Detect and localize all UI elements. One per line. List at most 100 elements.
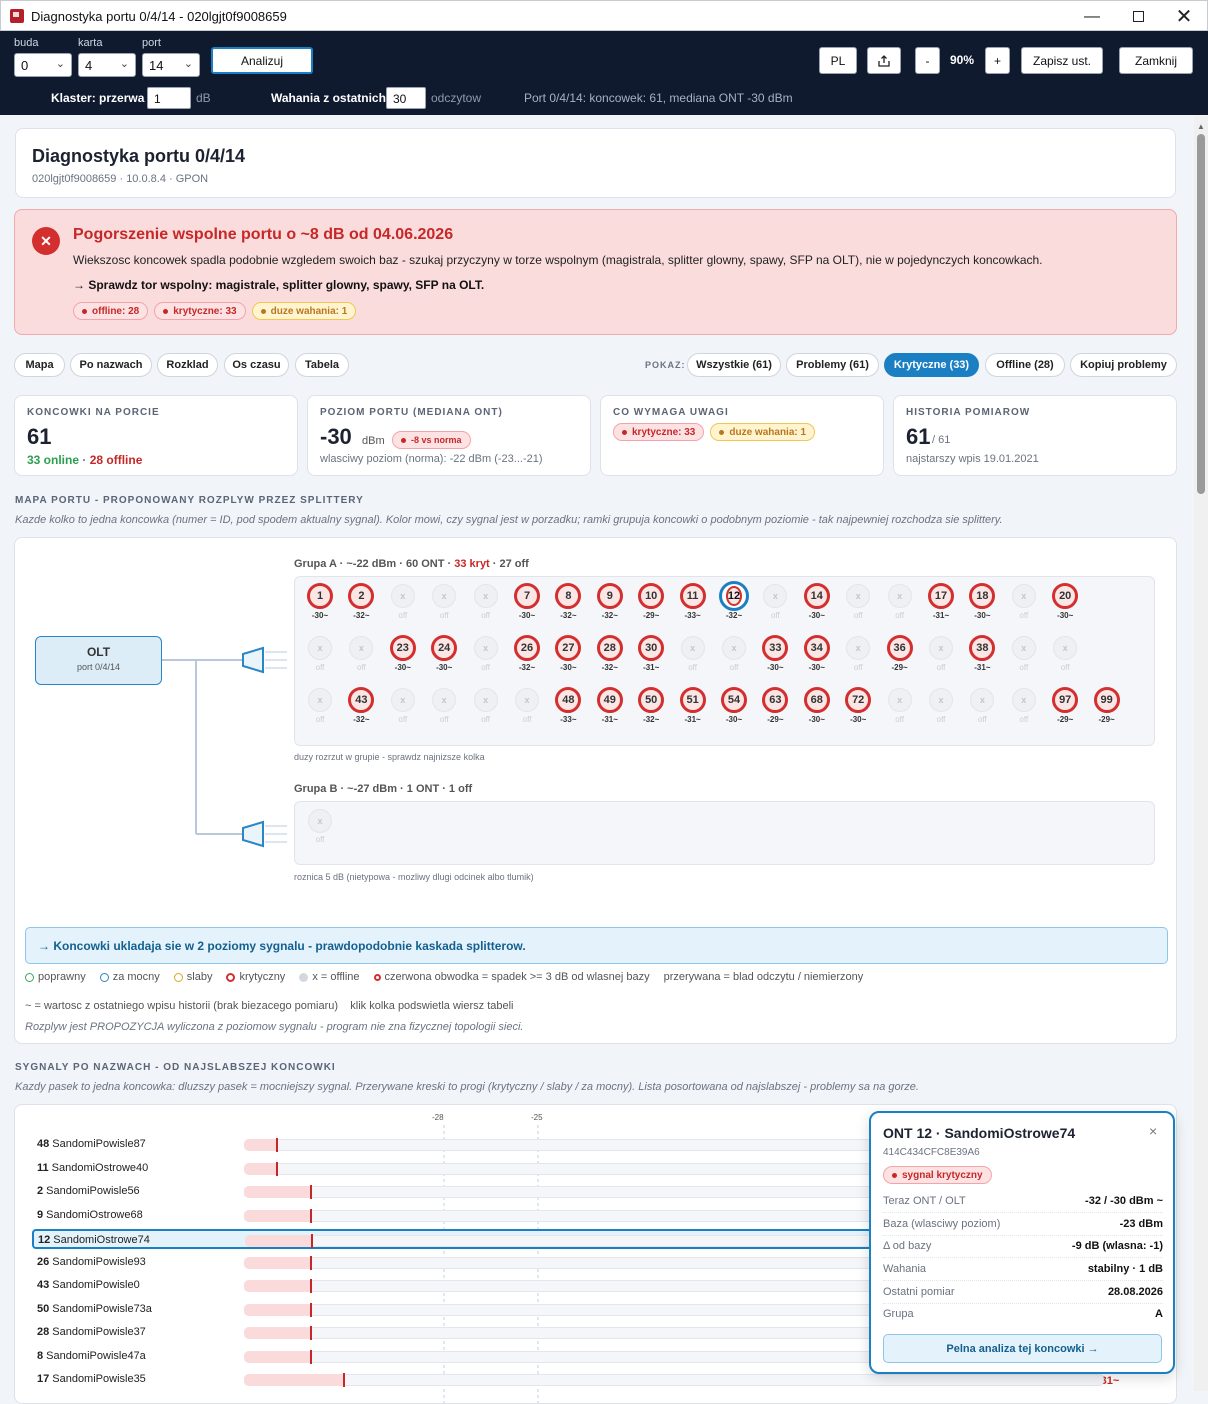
ont-circle-offline[interactable]: x xyxy=(929,688,953,712)
ont-circle-offline[interactable]: x xyxy=(970,688,995,712)
ont-circle-critical[interactable]: 36 xyxy=(886,635,913,661)
ont-circle-critical[interactable]: 1 xyxy=(307,583,333,609)
filter-problems[interactable]: Problemy (61) xyxy=(786,353,879,377)
ont-circle-offline[interactable]: x xyxy=(515,688,539,712)
tab-timeline[interactable]: Os czasu xyxy=(224,353,289,377)
ont-circle-critical[interactable]: 20 xyxy=(1052,583,1079,609)
ont-circle-critical[interactable]: 2 xyxy=(348,583,375,609)
port-select[interactable]: 14 ⌄ xyxy=(142,53,200,77)
olt-node[interactable]: OLT port 0/4/14 xyxy=(35,636,162,685)
signal-row[interactable]: 11 SandomiOstrowe40 xyxy=(33,1159,1104,1179)
ont-circle-critical[interactable]: 68 xyxy=(803,687,830,713)
scroll-up-icon[interactable]: ▲ xyxy=(1197,122,1205,131)
ont-circle-offline[interactable]: x xyxy=(308,688,332,712)
filter-critical[interactable]: Krytyczne (33) xyxy=(884,353,979,377)
ont-circle-offline[interactable]: x xyxy=(1011,636,1036,660)
waves-count-input[interactable]: 30 xyxy=(386,87,426,109)
ont-circle-offline[interactable]: x xyxy=(308,809,332,833)
ont-circle-critical[interactable]: 10 xyxy=(638,583,665,609)
scrollbar[interactable]: ▲ xyxy=(1194,116,1208,1391)
ont-circle-critical[interactable]: 23 xyxy=(389,635,416,661)
zoom-in-button[interactable]: + xyxy=(985,47,1010,74)
ont-circle-offline[interactable]: x xyxy=(887,584,912,608)
ont-circle-offline[interactable]: x xyxy=(308,636,332,660)
ont-circle-critical[interactable]: 63 xyxy=(762,687,789,713)
close-window-icon[interactable]: ✕ xyxy=(1161,1,1207,32)
ont-circle-offline[interactable]: x xyxy=(473,636,498,660)
karta-select[interactable]: 4 ⌄ xyxy=(78,53,136,77)
ont-circle-critical[interactable]: 43 xyxy=(348,687,375,713)
signal-row[interactable]: 28 SandomiPowisle37 xyxy=(33,1323,1104,1343)
ont-circle-offline[interactable]: x xyxy=(432,584,457,608)
ont-circle-offline[interactable]: x xyxy=(473,688,498,712)
signal-row[interactable]: 26 SandomiPowisle93 xyxy=(33,1253,1104,1273)
signal-row[interactable]: 8 SandomiPowisle47a xyxy=(33,1347,1104,1367)
ont-circle-offline[interactable]: x xyxy=(390,584,415,608)
ont-circle-critical[interactable]: 49 xyxy=(596,687,623,713)
ont-circle-offline[interactable]: x xyxy=(432,688,457,712)
ont-circle-offline[interactable]: x xyxy=(349,636,374,660)
ont-circle-offline[interactable]: x xyxy=(390,688,415,712)
copy-problems-button[interactable]: Kopiuj problemy xyxy=(1070,353,1177,377)
ont-circle-critical[interactable]: 28 xyxy=(596,635,623,661)
filter-offline[interactable]: Offline (28) xyxy=(985,353,1065,377)
zoom-out-button[interactable]: - xyxy=(915,47,940,74)
popup-close-icon[interactable]: × xyxy=(1149,1123,1157,1139)
signal-row[interactable]: 50 SandomiPowisle73a xyxy=(33,1300,1104,1320)
tab-map[interactable]: Mapa xyxy=(14,353,65,377)
cluster-gap-input[interactable]: 1 xyxy=(147,87,191,109)
language-button[interactable]: PL xyxy=(819,47,857,74)
ont-circle-critical[interactable]: 24 xyxy=(431,635,458,661)
ont-circle-critical[interactable]: 99 xyxy=(1093,687,1120,713)
signal-row[interactable]: 2 SandomiPowisle56 xyxy=(33,1182,1104,1202)
ont-circle-critical[interactable]: 11 xyxy=(679,583,706,609)
filter-all[interactable]: Wszystkie (61) xyxy=(687,353,781,377)
signal-row[interactable]: 9 SandomiOstrowe68 xyxy=(33,1206,1104,1226)
buda-select[interactable]: 0 ⌄ xyxy=(14,53,72,77)
signal-row[interactable]: 48 SandomiPowisle87 xyxy=(33,1135,1104,1155)
tab-table[interactable]: Tabela xyxy=(295,353,349,377)
ont-circle-critical[interactable]: 26 xyxy=(514,635,540,661)
ont-circle-selected[interactable]: 12 xyxy=(719,581,749,611)
ont-circle-critical[interactable]: 14 xyxy=(803,583,830,609)
ont-circle-offline[interactable]: x xyxy=(1053,636,1078,660)
save-settings-button[interactable]: Zapisz ust. xyxy=(1021,47,1103,74)
ont-circle-critical[interactable]: 18 xyxy=(969,583,996,609)
ont-circle-critical[interactable]: 34 xyxy=(803,635,830,661)
close-button[interactable]: Zamknij xyxy=(1119,47,1193,74)
ont-circle-critical[interactable]: 54 xyxy=(721,687,747,713)
ont-circle-offline[interactable]: x xyxy=(722,636,746,660)
signal-row[interactable]: 43 SandomiPowisle0 xyxy=(33,1276,1104,1296)
signal-row[interactable]: 17 SandomiPowisle35 xyxy=(33,1370,1104,1390)
ont-circle-critical[interactable]: 8 xyxy=(555,583,582,609)
ont-circle-offline[interactable]: x xyxy=(887,688,912,712)
ont-circle-critical[interactable]: 17 xyxy=(928,583,954,609)
ont-circle-critical[interactable]: 38 xyxy=(969,635,996,661)
ont-circle-critical[interactable]: 30 xyxy=(638,635,665,661)
analyze-button[interactable]: Analizuj xyxy=(211,47,313,74)
ont-circle-critical[interactable]: 72 xyxy=(845,687,872,713)
export-button[interactable] xyxy=(867,47,901,74)
ont-circle-critical[interactable]: 51 xyxy=(679,687,706,713)
ont-circle-offline[interactable]: x xyxy=(846,636,871,660)
signal-row[interactable]: 12 SandomiOstrowe74 xyxy=(32,1229,1105,1249)
ont-circle-offline[interactable]: x xyxy=(473,584,498,608)
ont-circle-offline[interactable]: x xyxy=(846,584,871,608)
ont-circle-critical[interactable]: 50 xyxy=(638,687,665,713)
ont-circle-offline[interactable]: x xyxy=(1011,584,1036,608)
ont-circle-critical[interactable]: 9 xyxy=(596,583,623,609)
ont-circle-critical[interactable]: 7 xyxy=(514,583,540,609)
ont-circle-critical[interactable]: 97 xyxy=(1052,687,1079,713)
tab-by-name[interactable]: Po nazwach xyxy=(70,353,152,377)
ont-circle-critical[interactable]: 48 xyxy=(555,687,582,713)
minimize-icon[interactable]: — xyxy=(1069,1,1115,32)
ont-circle-offline[interactable]: x xyxy=(929,636,953,660)
ont-circle-offline[interactable]: x xyxy=(1011,688,1036,712)
ont-circle-offline[interactable]: x xyxy=(763,584,788,608)
ont-circle-critical[interactable]: 33 xyxy=(762,635,789,661)
maximize-icon[interactable] xyxy=(1115,1,1161,32)
ont-circle-critical[interactable]: 27 xyxy=(555,635,582,661)
tab-distribution[interactable]: Rozklad xyxy=(157,353,218,377)
scrollbar-thumb[interactable] xyxy=(1197,134,1205,494)
ont-circle-offline[interactable]: x xyxy=(680,636,705,660)
